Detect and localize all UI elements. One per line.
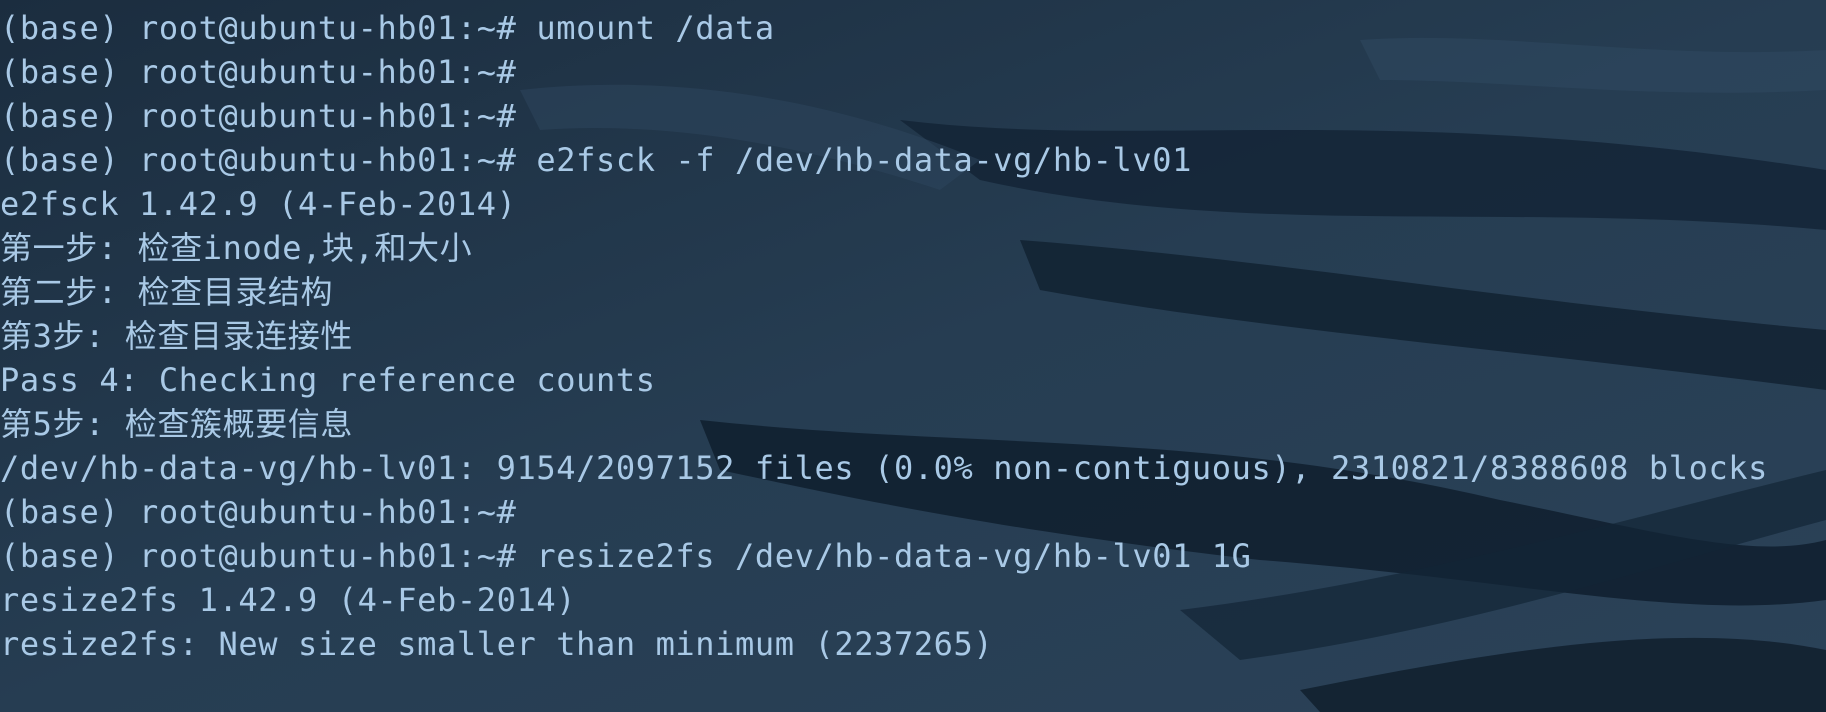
terminal-line: resize2fs 1.42.9 (4-Feb-2014) xyxy=(0,581,577,619)
terminal-line: 第一步: 检查inode,块,和大小 xyxy=(0,229,473,267)
terminal-line: 第5步: 检查簇概要信息 xyxy=(0,405,353,443)
terminal-line: resize2fs: New size smaller than minimum… xyxy=(0,625,994,663)
terminal-line: Pass 4: Checking reference counts xyxy=(0,361,656,399)
terminal-line: (base) root@ubuntu-hb01:~# umount /data xyxy=(0,9,775,47)
terminal-output: (base) root@ubuntu-hb01:~# umount /data … xyxy=(0,6,1768,666)
terminal-input-area[interactable] xyxy=(0,664,1826,712)
terminal-line: /dev/hb-data-vg/hb-lv01: 9154/2097152 fi… xyxy=(0,449,1769,487)
terminal-line: (base) root@ubuntu-hb01:~# resize2fs /de… xyxy=(0,537,1252,575)
terminal-line: 第3步: 检查目录连接性 xyxy=(0,317,353,355)
terminal-line: (base) root@ubuntu-hb01:~# xyxy=(0,97,517,135)
terminal-line: 第二步: 检查目录结构 xyxy=(0,273,334,311)
terminal-line: (base) root@ubuntu-hb01:~# e2fsck -f /de… xyxy=(0,141,1192,179)
terminal-line: e2fsck 1.42.9 (4-Feb-2014) xyxy=(0,185,517,223)
terminal-line: (base) root@ubuntu-hb01:~# xyxy=(0,53,517,91)
terminal-window[interactable]: (base) root@ubuntu-hb01:~# umount /data … xyxy=(0,0,1826,712)
terminal-line: (base) root@ubuntu-hb01:~# xyxy=(0,493,517,531)
